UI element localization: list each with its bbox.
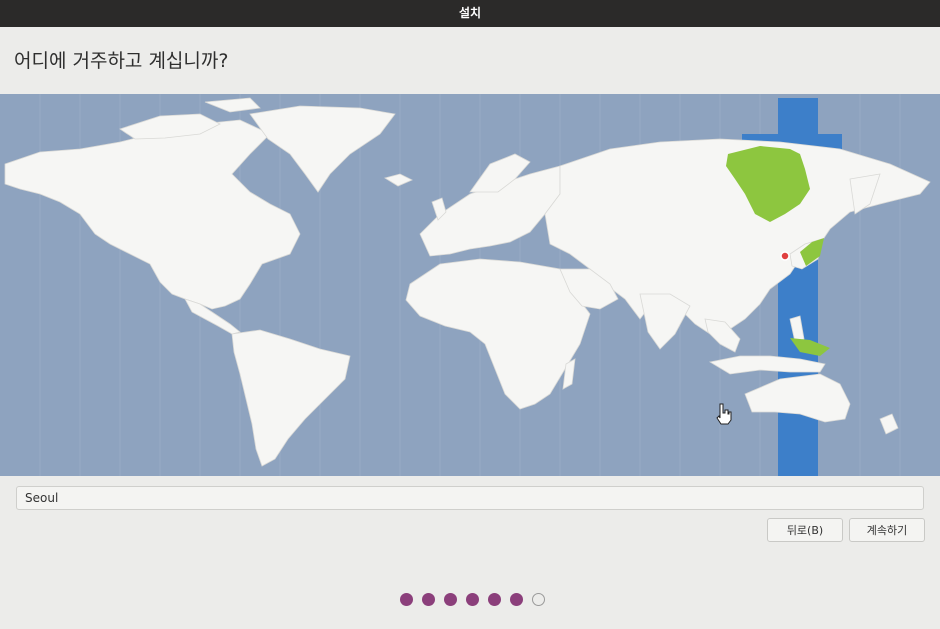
progress-dots <box>400 593 545 607</box>
progress-dot-complete <box>400 593 413 606</box>
window-title: 설치 <box>458 6 482 20</box>
progress-dot-complete <box>510 593 523 606</box>
timezone-map[interactable] <box>0 94 940 476</box>
progress-dot-current <box>532 593 545 606</box>
back-button[interactable]: 뒤로(B) <box>767 518 843 542</box>
timezone-input[interactable] <box>16 486 924 510</box>
page-title: 어디에 거주하고 계십니까? <box>14 50 229 72</box>
progress-dot-complete <box>444 593 457 606</box>
progress-dot-complete <box>422 593 435 606</box>
progress-dot-complete <box>488 593 501 606</box>
progress-dot-complete <box>466 593 479 606</box>
location-marker[interactable] <box>780 251 790 261</box>
installer-window: 설치 어디에 거주하고 계십니까? Seoul 뒤로(B) 계속하기 <box>0 0 940 629</box>
title-bar: 설치 <box>0 0 940 27</box>
continue-button[interactable]: 계속하기 <box>849 518 925 542</box>
